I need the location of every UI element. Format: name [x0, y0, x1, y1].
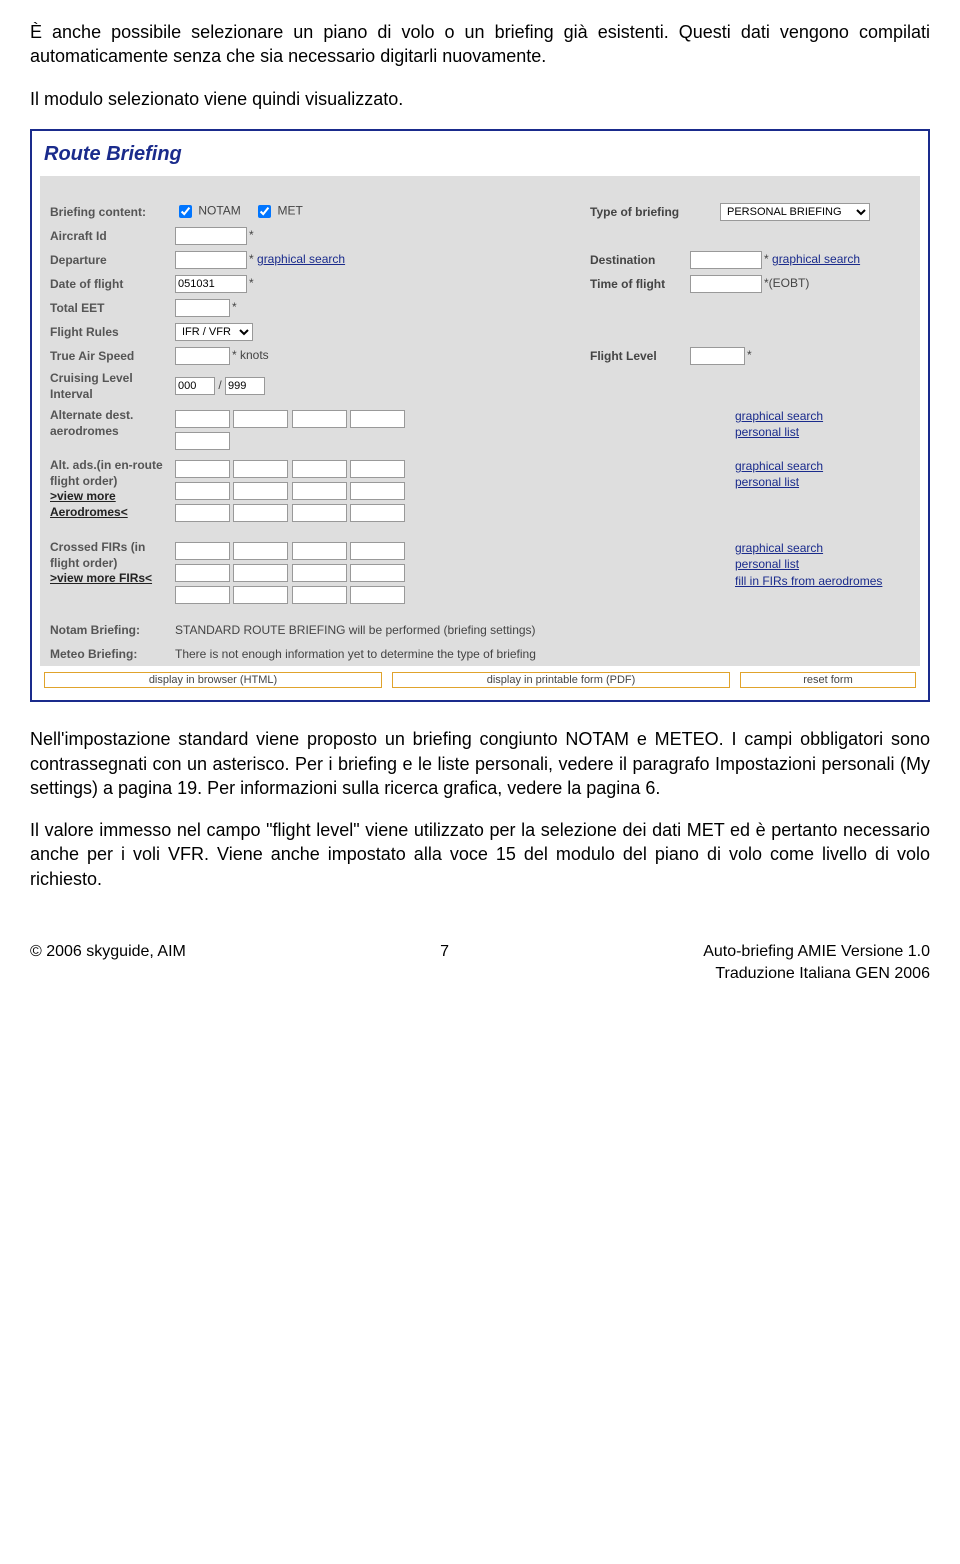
label-flight-level: Flight Level [590, 348, 690, 364]
input-alt-dest-5[interactable] [175, 432, 230, 450]
label-tas: True Air Speed [40, 348, 175, 364]
input-tas[interactable] [175, 347, 230, 365]
input-total-eet[interactable] [175, 299, 230, 317]
link-enroute-graphical-search[interactable]: graphical search [735, 458, 920, 474]
input-alt-dest-2[interactable] [233, 410, 288, 428]
label-type-of-briefing: Type of briefing [590, 204, 720, 220]
label-aircraft-id: Aircraft Id [40, 228, 175, 244]
label-notam: NOTAM [198, 204, 240, 218]
link-view-more-aerodromes[interactable]: >view more Aerodromes< [50, 489, 128, 519]
input-alt-dest-1[interactable] [175, 410, 230, 428]
link-enroute-personal-list[interactable]: personal list [735, 474, 920, 490]
input-enroute-9[interactable] [175, 504, 230, 522]
input-time-of-flight[interactable] [690, 275, 762, 293]
input-alt-dest-4[interactable] [350, 410, 405, 428]
input-enroute-4[interactable] [350, 460, 405, 478]
intro-paragraph-1: È anche possibile selezionare un piano d… [30, 20, 930, 69]
input-enroute-1[interactable] [175, 460, 230, 478]
label-eobt: *(EOBT) [764, 276, 809, 290]
input-date-of-flight[interactable] [175, 275, 247, 293]
checkbox-notam[interactable] [179, 205, 192, 218]
label-time-of-flight: Time of flight [590, 276, 690, 292]
link-altdest-personal-list[interactable]: personal list [735, 424, 920, 440]
input-fir-6[interactable] [233, 564, 288, 582]
input-fir-4[interactable] [350, 542, 405, 560]
input-fir-8[interactable] [350, 564, 405, 582]
label-cruising-level: Cruising Level Interval [40, 370, 175, 402]
select-flight-rules[interactable]: IFR / VFR [175, 323, 253, 341]
label-flight-rules: Flight Rules [40, 324, 175, 340]
form-title: Route Briefing [40, 139, 920, 176]
label-briefing-content: Briefing content: [40, 204, 175, 220]
text-meteo-msg: There is not enough information yet to d… [175, 646, 536, 662]
link-firs-graphical-search[interactable]: graphical search [735, 540, 920, 556]
input-enroute-8[interactable] [350, 482, 405, 500]
input-departure[interactable] [175, 251, 247, 269]
input-fir-12[interactable] [350, 586, 405, 604]
page-footer: © 2006 skyguide, AIM 7 Auto-briefing AMI… [30, 941, 930, 984]
footer-right-2: Traduzione Italiana GEN 2006 [703, 963, 930, 985]
text-notam-msg: STANDARD ROUTE BRIEFING will be performe… [175, 622, 536, 638]
label-total-eet: Total EET [40, 300, 175, 316]
label-alt-dest: Alternate dest. aerodromes [40, 408, 175, 439]
label-meteo-briefing: Meteo Briefing: [40, 646, 175, 662]
input-enroute-12[interactable] [350, 504, 405, 522]
footer-page-number: 7 [440, 941, 449, 984]
input-enroute-5[interactable] [175, 482, 230, 500]
input-fir-3[interactable] [292, 542, 347, 560]
link-view-more-firs[interactable]: >view more FIRs< [50, 571, 152, 585]
input-alt-dest-3[interactable] [292, 410, 347, 428]
label-date-of-flight: Date of flight [40, 276, 175, 292]
button-display-pdf[interactable]: display in printable form (PDF) [392, 672, 730, 688]
link-altdest-graphical-search[interactable]: graphical search [735, 408, 920, 424]
checkbox-met[interactable] [258, 205, 271, 218]
input-cli-to[interactable] [225, 377, 265, 395]
input-aircraft-id[interactable] [175, 227, 247, 245]
button-reset-form[interactable]: reset form [740, 672, 916, 688]
input-fir-9[interactable] [175, 586, 230, 604]
route-briefing-form: Route Briefing Briefing content: NOTAM M… [30, 129, 930, 702]
label-met: MET [277, 204, 302, 218]
footer-left: © 2006 skyguide, AIM [30, 941, 186, 984]
label-crossed-firs: Crossed FIRs (in flight order) [50, 540, 145, 570]
input-cli-from[interactable] [175, 377, 215, 395]
paragraph-explain-2: Il valore immesso nel campo "flight leve… [30, 818, 930, 891]
footer-right-1: Auto-briefing AMIE Versione 1.0 [703, 941, 930, 963]
input-enroute-7[interactable] [292, 482, 347, 500]
input-fir-10[interactable] [233, 586, 288, 604]
label-destination: Destination [590, 252, 690, 268]
label-departure: Departure [40, 252, 175, 268]
input-fir-7[interactable] [292, 564, 347, 582]
input-enroute-3[interactable] [292, 460, 347, 478]
label-knots: * knots [232, 348, 269, 362]
link-departure-graphical-search[interactable]: graphical search [257, 252, 345, 266]
label-notam-briefing: Notam Briefing: [40, 622, 175, 638]
intro-paragraph-2: Il modulo selezionato viene quindi visua… [30, 87, 930, 111]
input-enroute-10[interactable] [233, 504, 288, 522]
paragraph-explain-1: Nell'impostazione standard viene propost… [30, 727, 930, 800]
link-fill-firs[interactable]: fill in FIRs from aerodromes [735, 573, 920, 589]
select-type-of-briefing[interactable]: PERSONAL BRIEFING [720, 203, 870, 221]
input-fir-1[interactable] [175, 542, 230, 560]
input-enroute-6[interactable] [233, 482, 288, 500]
label-alt-ads: Alt. ads.(in en-route flight order) [50, 458, 163, 488]
link-firs-personal-list[interactable]: personal list [735, 556, 920, 572]
input-enroute-11[interactable] [292, 504, 347, 522]
input-fir-5[interactable] [175, 564, 230, 582]
button-display-html[interactable]: display in browser (HTML) [44, 672, 382, 688]
input-destination[interactable] [690, 251, 762, 269]
input-enroute-2[interactable] [233, 460, 288, 478]
cli-slash: / [218, 378, 221, 392]
link-destination-graphical-search[interactable]: graphical search [772, 252, 860, 266]
input-fir-2[interactable] [233, 542, 288, 560]
input-fir-11[interactable] [292, 586, 347, 604]
input-flight-level[interactable] [690, 347, 745, 365]
